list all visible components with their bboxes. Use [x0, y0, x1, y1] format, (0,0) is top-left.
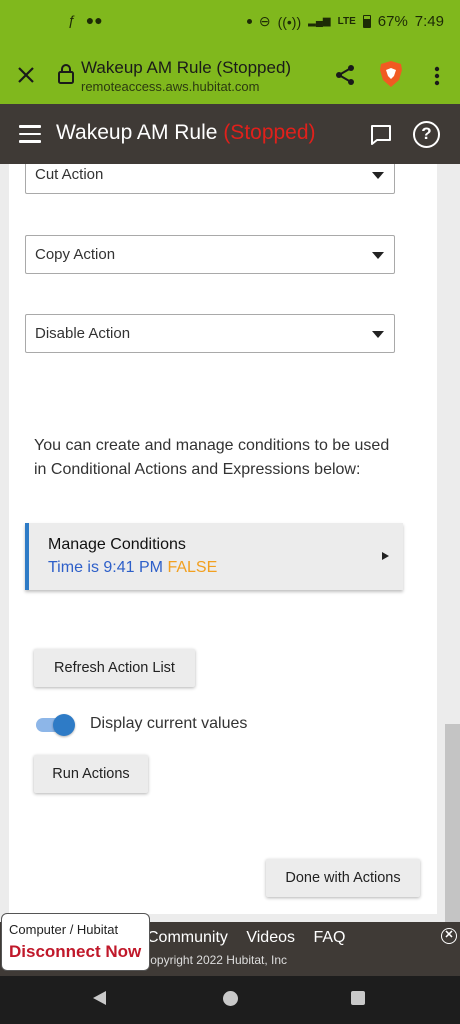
feedback-icon[interactable] — [369, 123, 393, 147]
condition-summary: Time is 9:41 PM FALSE — [48, 559, 217, 577]
lock-icon[interactable] — [56, 63, 76, 85]
rule-status: (Stopped) — [223, 121, 316, 144]
do-not-disturb-icon: ⊖ — [258, 13, 271, 29]
share-icon[interactable] — [333, 63, 357, 87]
disconnect-label: Disconnect Now — [9, 942, 142, 961]
system-nav-bar — [0, 976, 460, 1024]
connection-label: Computer / Hubitat — [9, 922, 119, 937]
manage-conditions-panel[interactable]: Manage Conditions Time is 9:41 PM FALSE — [25, 523, 403, 590]
main-content: Cut Action Copy Action Disable Action Yo… — [0, 164, 460, 922]
url-host[interactable]: remoteaccess.aws.hubitat.com — [81, 79, 259, 94]
condition-text: Time is 9:41 PM — [48, 559, 163, 576]
refresh-action-list-button[interactable]: Refresh Action List — [34, 649, 195, 687]
close-tab-icon[interactable] — [14, 63, 38, 87]
copyright: Copyright 2022 Hubitat, Inc. — [147, 953, 287, 967]
facebook-icon: ƒ — [68, 12, 76, 28]
status-bar: ƒ ●● ⊖ ((•)) ▂▄▆ LTE 67% 7:49 — [0, 0, 460, 46]
back-icon[interactable] — [93, 991, 106, 1005]
display-values-toggle[interactable] — [36, 714, 76, 736]
run-actions-button[interactable]: Run Actions — [34, 755, 148, 793]
messenger-icon: ●● — [85, 12, 103, 28]
disconnect-button[interactable]: Computer / Hubitat Disconnect Now — [1, 913, 150, 971]
notification-dot-icon — [246, 19, 252, 24]
rule-name: Wakeup AM Rule — [56, 121, 218, 144]
network-type: LTE — [337, 16, 356, 27]
footer-link-faq[interactable]: FAQ — [313, 929, 345, 946]
select-label: Cut Action — [35, 166, 104, 183]
help-icon[interactable]: ? — [413, 121, 440, 148]
menu-icon[interactable] — [19, 125, 41, 143]
battery-icon — [362, 15, 371, 28]
battery-level: 67% — [377, 13, 408, 30]
condition-result: FALSE — [167, 559, 218, 576]
footer-links: Community Videos FAQ — [147, 929, 359, 947]
browser-toolbar: Wakeup AM Rule (Stopped) remoteaccess.aw… — [0, 46, 460, 104]
done-with-actions-button[interactable]: Done with Actions — [266, 859, 420, 897]
app-header: Wakeup AM Rule (Stopped) ? — [0, 104, 460, 164]
chevron-down-icon — [372, 252, 384, 259]
clock: 7:49 — [414, 13, 444, 30]
brave-shield-icon[interactable] — [378, 60, 404, 88]
footer-link-videos[interactable]: Videos — [246, 929, 295, 946]
page-title[interactable]: Wakeup AM Rule (Stopped) — [81, 58, 291, 78]
chevron-down-icon — [372, 331, 384, 338]
toggle-label: Display current values — [90, 715, 248, 732]
panel-title: Manage Conditions — [48, 536, 186, 553]
signal-icon: ▂▄▆ — [308, 16, 331, 27]
select-label: Copy Action — [35, 246, 116, 263]
cut-action-select[interactable]: Cut Action — [25, 164, 395, 194]
footer-link-community[interactable]: Community — [147, 929, 228, 946]
select-label: Disable Action — [35, 325, 131, 342]
rule-title: Wakeup AM Rule (Stopped) — [56, 121, 316, 145]
chevron-right-icon — [382, 552, 389, 560]
chevron-down-icon — [372, 172, 384, 179]
more-options-icon[interactable] — [427, 64, 447, 88]
home-icon[interactable] — [223, 991, 238, 1006]
conditions-info: You can create and manage conditions to … — [34, 437, 390, 478]
close-icon[interactable]: ✕ — [441, 928, 457, 944]
actions-card: Cut Action Copy Action Disable Action Yo… — [9, 164, 437, 914]
hotspot-icon: ((•)) — [277, 13, 302, 30]
recent-apps-icon[interactable] — [351, 991, 365, 1005]
scrollbar[interactable] — [445, 724, 460, 922]
copy-action-select[interactable]: Copy Action — [25, 235, 395, 274]
disable-action-select[interactable]: Disable Action — [25, 314, 395, 353]
